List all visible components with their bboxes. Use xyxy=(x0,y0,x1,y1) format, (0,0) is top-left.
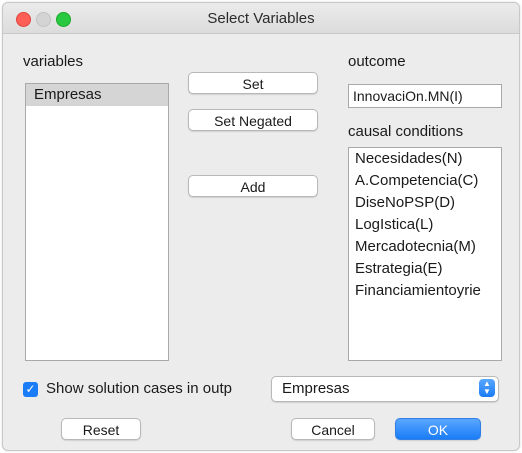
variables-list[interactable]: Empresas xyxy=(25,83,169,361)
select-variables-dialog: Select Variables variables Empresas Set … xyxy=(2,2,520,451)
list-item[interactable]: Necesidades(N) xyxy=(349,148,501,170)
set-negated-button[interactable]: Set Negated xyxy=(188,109,318,131)
outcome-label: outcome xyxy=(348,53,406,70)
causal-conditions-list[interactable]: Necesidades(N) A.Competencia(C) DiseNoPS… xyxy=(348,147,502,361)
set-button[interactable]: Set xyxy=(188,72,318,94)
list-item[interactable]: DiseNoPSP(D) xyxy=(349,192,501,214)
causal-conditions-label: causal conditions xyxy=(348,123,464,140)
list-item[interactable]: A.Competencia(C) xyxy=(349,170,501,192)
list-item[interactable]: Empresas xyxy=(26,84,168,106)
show-cases-label: Show solution cases in outp xyxy=(46,380,232,397)
show-cases-checkbox[interactable]: ✓ xyxy=(23,382,38,397)
cases-popup-value: Empresas xyxy=(282,380,350,397)
cases-popup-button[interactable]: Empresas ▲ ▼ xyxy=(271,376,499,402)
outcome-field[interactable]: InnovaciOn.MN(I) xyxy=(348,84,502,108)
add-button[interactable]: Add xyxy=(188,175,318,197)
list-item[interactable]: Mercadotecnia(M) xyxy=(349,236,501,258)
list-item[interactable]: LogIstica(L) xyxy=(349,214,501,236)
reset-button[interactable]: Reset xyxy=(61,418,141,440)
up-down-arrows-icon: ▲ ▼ xyxy=(479,379,495,397)
cancel-button[interactable]: Cancel xyxy=(291,418,375,440)
title-bar: Select Variables xyxy=(3,3,519,34)
ok-button[interactable]: OK xyxy=(395,418,481,440)
list-item[interactable]: Estrategia(E) xyxy=(349,258,501,280)
checkmark-icon: ✓ xyxy=(25,382,36,396)
variables-label: variables xyxy=(23,53,84,70)
window-title: Select Variables xyxy=(207,10,315,27)
list-item[interactable]: Financiamientoyrie xyxy=(349,280,501,302)
